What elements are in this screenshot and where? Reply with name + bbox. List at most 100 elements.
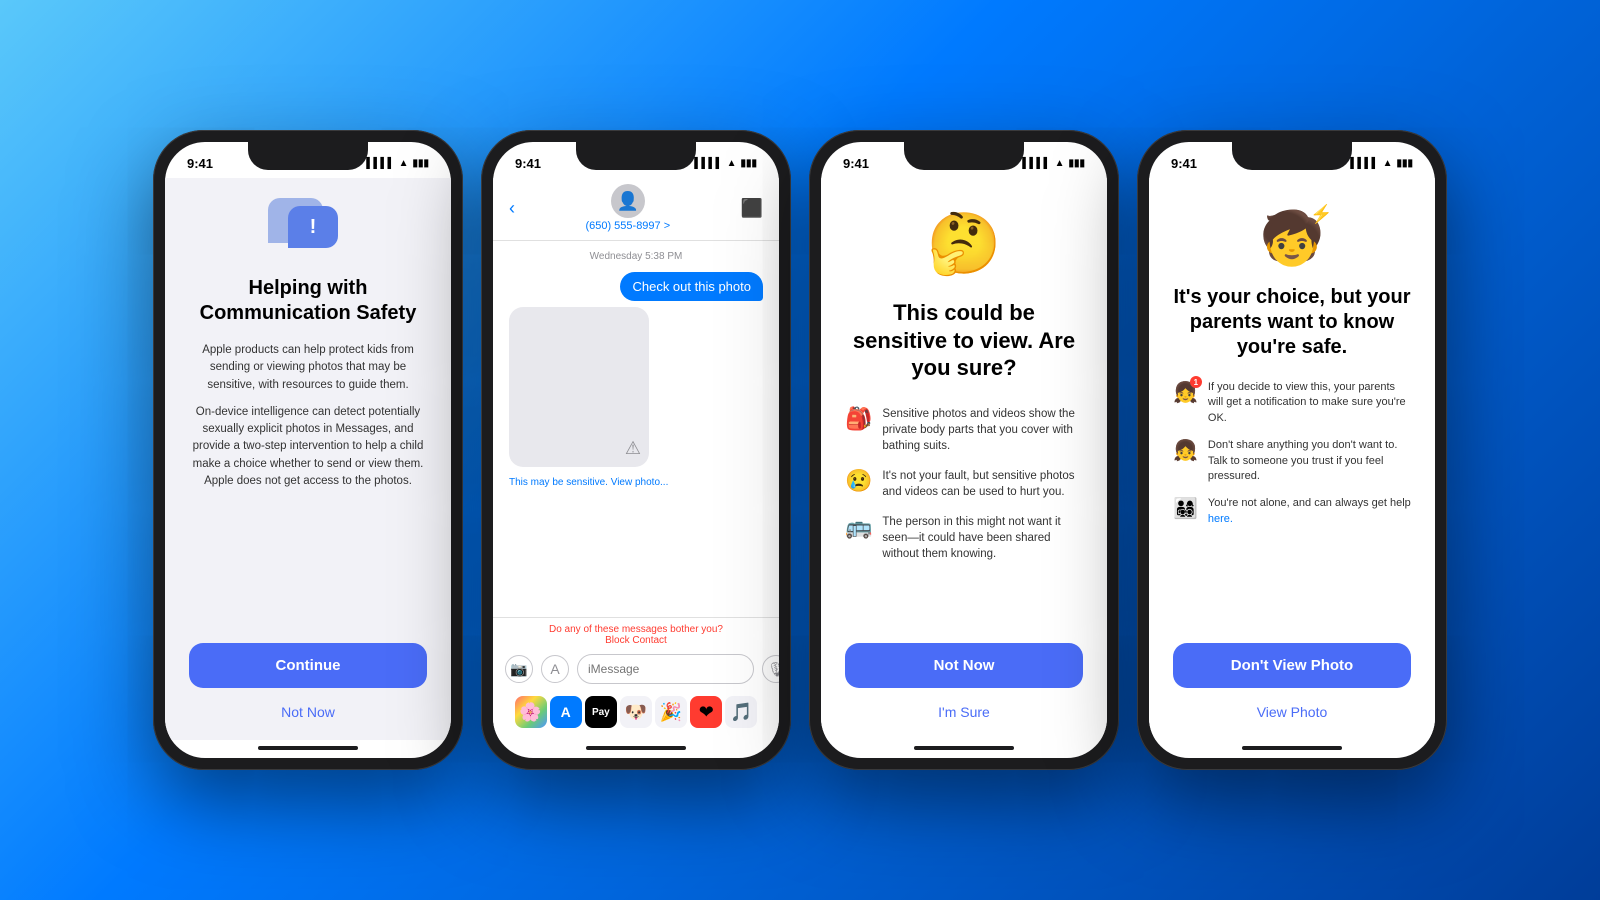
communication-safety-icon: ! [268, 198, 348, 258]
phone3-screen: 🤔 This could be sensitive to view. Are y… [821, 178, 1107, 740]
phone-1: 9:41 ▌▌▌▌ ▲ ▮▮▮ ! Helping with Communica… [153, 130, 463, 770]
video-call-icon[interactable]: ⬛ [741, 198, 763, 219]
notch-1 [248, 142, 368, 170]
im-sure-button[interactable]: I'm Sure [934, 700, 994, 724]
home-bar-4 [1242, 746, 1342, 750]
reason-emoji-1: 🎒 [845, 406, 872, 432]
wifi-icon-2: ▲ [727, 158, 737, 169]
contact-avatar: 👤 [611, 184, 645, 218]
msg-timestamp: Wednesday 5:38 PM [509, 251, 763, 262]
photo-warning-icon: ⚠ [625, 438, 641, 459]
reason-list: 🎒 Sensitive photos and videos show the p… [845, 406, 1083, 563]
notch-4 [1232, 142, 1352, 170]
phone4-title: It's your choice, but your parents want … [1173, 285, 1411, 360]
info-text-2: Don't share anything you don't want to. … [1208, 438, 1411, 484]
sent-message-bubble: Check out this photo [620, 272, 763, 301]
contact-info: 👤 (650) 555-8997 > [585, 184, 670, 232]
appstore-button[interactable]: A [541, 655, 569, 683]
block-contact-link[interactable]: Block Contact [605, 635, 667, 646]
status-icons-2: ▌▌▌▌ ▲ ▮▮▮ [694, 158, 757, 169]
battery-icon-4: ▮▮▮ [1396, 158, 1413, 169]
messages-header: ‹ 👤 (650) 555-8997 > ⬛ [493, 178, 779, 241]
status-icons-3: ▌▌▌▌ ▲ ▮▮▮ [1022, 158, 1085, 169]
lightning-emoji: ⚡ [1310, 204, 1332, 225]
photos-app[interactable]: 🌸 [515, 696, 547, 728]
applepay-app[interactable]: Pay [585, 696, 617, 728]
messages-footer: Do any of these messages bother you? Blo… [493, 617, 779, 740]
appstore-app[interactable]: A [550, 696, 582, 728]
continue-button[interactable]: Continue [189, 643, 427, 688]
view-photo-link[interactable]: View photo... [611, 477, 669, 488]
status-icons-4: ▌▌▌▌ ▲ ▮▮▮ [1350, 158, 1413, 169]
audio-button[interactable]: 🎙 [762, 655, 779, 683]
wifi-icon-3: ▲ [1055, 158, 1065, 169]
sensitive-label: This may be sensitive. View photo... [509, 477, 763, 488]
block-contact-text: Do any of these messages bother you? Blo… [505, 624, 767, 646]
info-icon-1: 👧1 [1173, 380, 1198, 405]
signal-icon-3: ▌▌▌▌ [1022, 158, 1050, 169]
help-link[interactable]: here. [1208, 513, 1233, 525]
phone1-body2: On-device intelligence can detect potent… [189, 404, 427, 490]
signal-icon-4: ▌▌▌▌ [1350, 158, 1378, 169]
phone1-body1: Apple products can help protect kids fro… [189, 342, 427, 394]
battery-icon-3: ▮▮▮ [1068, 158, 1085, 169]
wifi-icon-4: ▲ [1383, 158, 1393, 169]
notch-2 [576, 142, 696, 170]
info-text-3: You're not alone, and can always get hel… [1208, 496, 1411, 527]
reason-emoji-3: 🚌 [845, 514, 872, 540]
stickers-app[interactable]: 🎉 [655, 696, 687, 728]
reason-item-2: 😢 It's not your fault, but sensitive pho… [845, 468, 1083, 500]
reason-text-1: Sensitive photos and videos show the pri… [882, 406, 1083, 454]
phone2-screen: ‹ 👤 (650) 555-8997 > ⬛ Wednesday 5:38 PM… [493, 178, 779, 740]
reason-text-3: The person in this might not want it see… [882, 514, 1083, 562]
info-icon-3: 👨‍👩‍👧‍👦 [1173, 496, 1198, 521]
info-text-1: If you decide to view this, your parents… [1208, 380, 1411, 426]
view-photo-button[interactable]: View Photo [1253, 700, 1332, 724]
notch-3 [904, 142, 1024, 170]
time-1: 9:41 [187, 156, 213, 171]
signal-icon-1: ▌▌▌▌ [366, 158, 394, 169]
info-item-3: 👨‍👩‍👧‍👦 You're not alone, and can always… [1173, 496, 1411, 527]
contact-name[interactable]: (650) 555-8997 > [585, 220, 670, 232]
home-bar-2 [586, 746, 686, 750]
dont-view-button[interactable]: Don't View Photo [1173, 643, 1411, 688]
messages-body: Wednesday 5:38 PM Check out this photo ⚠… [493, 241, 779, 617]
reason-emoji-2: 😢 [845, 468, 872, 494]
thinking-emoji: 🤔 [927, 208, 1002, 279]
phone3-title: This could be sensitive to view. Are you… [845, 299, 1083, 382]
info-list: 👧1 If you decide to view this, your pare… [1173, 380, 1411, 527]
music-app[interactable]: 🎵 [725, 696, 757, 728]
info-item-2: 👧 Don't share anything you don't want to… [1173, 438, 1411, 484]
phone-3: 9:41 ▌▌▌▌ ▲ ▮▮▮ 🤔 This could be sensitiv… [809, 130, 1119, 770]
unknown-app[interactable]: ❤ [690, 696, 722, 728]
battery-icon-1: ▮▮▮ [412, 158, 429, 169]
info-icon-2: 👧 [1173, 438, 1198, 463]
back-button[interactable]: ‹ [509, 198, 515, 219]
phones-container: 9:41 ▌▌▌▌ ▲ ▮▮▮ ! Helping with Communica… [133, 110, 1467, 790]
signal-icon-2: ▌▌▌▌ [694, 158, 722, 169]
phone-4: 9:41 ▌▌▌▌ ▲ ▮▮▮ 🧒 ⚡ It's your choice, bu… [1137, 130, 1447, 770]
input-row: 📷 A 🎙 [505, 654, 767, 684]
not-now-button-3[interactable]: Not Now [845, 643, 1083, 688]
reason-item-1: 🎒 Sensitive photos and videos show the p… [845, 406, 1083, 454]
photo-placeholder: ⚠ [509, 307, 649, 467]
home-bar-1 [258, 746, 358, 750]
phone1-title: Helping with Communication Safety [189, 276, 427, 326]
phone4-screen: 🧒 ⚡ It's your choice, but your parents w… [1149, 178, 1435, 740]
memoji-app[interactable]: 🐶 [620, 696, 652, 728]
phone-2: 9:41 ▌▌▌▌ ▲ ▮▮▮ ‹ 👤 (650) 555-8997 > ⬛ [481, 130, 791, 770]
battery-icon-2: ▮▮▮ [740, 158, 757, 169]
reason-text-2: It's not your fault, but sensitive photo… [882, 468, 1083, 500]
info-item-1: 👧1 If you decide to view this, your pare… [1173, 380, 1411, 426]
camera-button[interactable]: 📷 [505, 655, 533, 683]
bubble-front: ! [288, 206, 338, 248]
phone1-screen: ! Helping with Communication Safety Appl… [165, 178, 451, 740]
time-3: 9:41 [843, 156, 869, 171]
app-dock: 🌸 A Pay 🐶 🎉 ❤ 🎵 [505, 692, 767, 732]
time-4: 9:41 [1171, 156, 1197, 171]
imessage-input[interactable] [577, 654, 754, 684]
not-now-button-1[interactable]: Not Now [277, 700, 339, 724]
wifi-icon-1: ▲ [399, 158, 409, 169]
child-emoji-container: 🧒 ⚡ [1260, 208, 1325, 269]
status-icons-1: ▌▌▌▌ ▲ ▮▮▮ [366, 158, 429, 169]
